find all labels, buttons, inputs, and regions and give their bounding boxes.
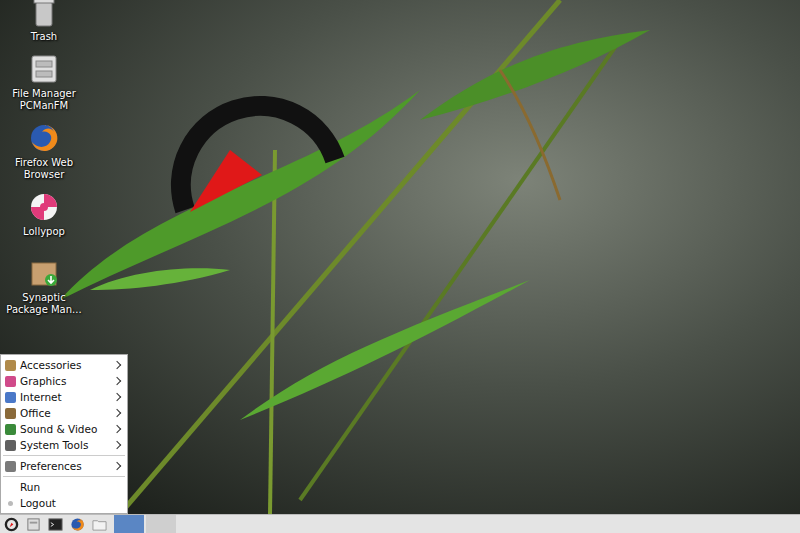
menu-item-label: Accessories (20, 359, 110, 371)
menu-item-label: Preferences (20, 460, 110, 472)
internet-icon (5, 392, 16, 403)
menu-item[interactable]: Accessories (1, 357, 127, 373)
desktop-icon[interactable]: File Manager PCManFM (0, 53, 88, 112)
menu-item-label: System Tools (20, 439, 110, 451)
preferences-icon (5, 461, 16, 472)
desktop-icon[interactable]: Lollypop (0, 191, 88, 247)
system-icon (5, 440, 16, 451)
desktop-icon-label: Lollypop (2, 226, 86, 238)
menu-separator (3, 476, 125, 477)
folder-icon (92, 517, 107, 532)
desktop-icon-label: Firefox Web Browser (2, 157, 86, 181)
desktop-icon-label: Trash (2, 31, 86, 43)
desktop-screen: Trash File Manager PCManFM Firefox Web B… (0, 0, 800, 533)
menu-separator (3, 455, 125, 456)
file-cabinet-icon (28, 53, 60, 85)
submenu-arrow-icon (113, 377, 121, 385)
desktop-icon[interactable]: Trash (0, 0, 88, 43)
launcher-button[interactable] (46, 516, 64, 533)
launch-bar (0, 516, 108, 533)
file-cabinet-icon (26, 517, 41, 532)
menu-item[interactable]: Office (1, 405, 127, 421)
office-icon (5, 408, 16, 419)
task-list (114, 515, 176, 533)
menu-item-label: Internet (20, 391, 110, 403)
desktop-icon-label: Synaptic Package Man... (2, 292, 86, 316)
firefox-icon (70, 517, 85, 532)
menu-item-label: Sound & Video (20, 423, 110, 435)
menu-item[interactable]: System Tools (1, 437, 127, 453)
launcher-button[interactable] (24, 516, 42, 533)
desktop-icon[interactable]: Synaptic Package Man... (0, 257, 88, 316)
graphics-icon (5, 376, 16, 387)
launcher-button[interactable] (68, 516, 86, 533)
accessories-icon (5, 360, 16, 371)
menu-item-label: Logout (20, 497, 123, 509)
lollipop-icon (28, 191, 60, 223)
start-menu: Accessories Graphics Internet Office Sou… (0, 354, 128, 514)
submenu-arrow-icon (113, 361, 121, 369)
submenu-arrow-icon (113, 462, 121, 470)
desktop: Trash File Manager PCManFM Firefox Web B… (0, 0, 800, 514)
desktop-icons: Trash File Manager PCManFM Firefox Web B… (0, 0, 88, 316)
menu-item[interactable]: Preferences (1, 458, 127, 474)
task-button[interactable] (146, 515, 176, 533)
menu-logo-icon (4, 517, 19, 532)
submenu-arrow-icon (113, 425, 121, 433)
menu-item[interactable]: Internet (1, 389, 127, 405)
menu-item[interactable]: Logout (1, 495, 127, 511)
menu-item[interactable]: Graphics (1, 373, 127, 389)
trash-icon (28, 0, 60, 28)
menu-item-label: Graphics (20, 375, 110, 387)
menu-item[interactable]: Run (1, 479, 127, 495)
menu-item[interactable]: Sound & Video (1, 421, 127, 437)
launcher-button[interactable] (2, 516, 20, 533)
submenu-arrow-icon (113, 409, 121, 417)
sound-icon (5, 424, 16, 435)
menu-item-label: Office (20, 407, 110, 419)
desktop-icon-label: File Manager PCManFM (2, 88, 86, 112)
terminal-icon (48, 517, 63, 532)
package-icon (28, 257, 60, 289)
submenu-arrow-icon (113, 393, 121, 401)
firefox-icon (28, 122, 60, 154)
logout-icon (8, 501, 13, 506)
launcher-button[interactable] (90, 516, 108, 533)
submenu-arrow-icon (113, 441, 121, 449)
menu-item-label: Run (20, 481, 123, 493)
task-button[interactable] (114, 515, 144, 533)
desktop-icon[interactable]: Firefox Web Browser (0, 122, 88, 181)
taskbar (0, 514, 800, 533)
